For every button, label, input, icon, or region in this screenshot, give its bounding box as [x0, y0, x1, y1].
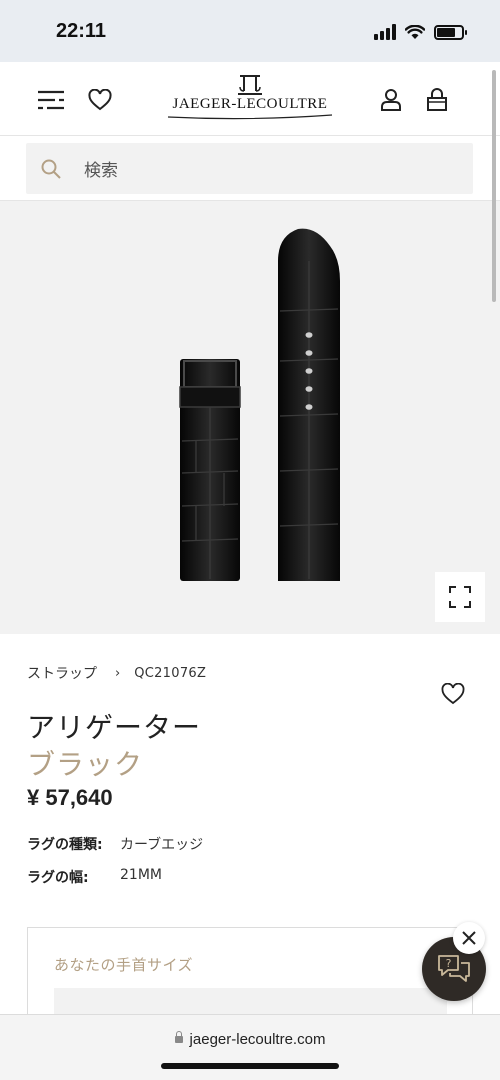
- lock-icon: [174, 1030, 183, 1043]
- logo-emblem-icon: [238, 75, 262, 95]
- spec-value: 21MM: [120, 867, 162, 883]
- spec-row-lug-width: ラグの幅: 21MM: [27, 867, 162, 887]
- status-time: 22:11: [56, 20, 107, 42]
- wrist-size-title: あなたの手首サイズ: [54, 956, 194, 974]
- heart-icon[interactable]: [86, 86, 114, 114]
- breadcrumb-category[interactable]: ストラップ: [27, 663, 97, 683]
- scrollbar[interactable]: [492, 70, 496, 302]
- wifi-icon: [405, 24, 425, 39]
- add-to-wishlist-button[interactable]: [441, 682, 465, 707]
- brand-logo[interactable]: JAEGER-LECOULTRE: [166, 74, 334, 124]
- svg-text:?: ?: [446, 957, 452, 970]
- spec-label: ラグの種類:: [27, 837, 103, 853]
- product-title: アリゲーター: [27, 711, 202, 744]
- status-icons: [374, 24, 467, 40]
- search-icon: [41, 159, 61, 179]
- menu-icon[interactable]: [37, 86, 65, 114]
- url-display[interactable]: jaeger-lecoultre.com: [0, 1030, 500, 1048]
- browser-address-bar[interactable]: jaeger-lecoultre.com: [0, 1014, 500, 1080]
- status-bar: 22:11: [0, 0, 500, 62]
- product-image[interactable]: [0, 201, 500, 634]
- spec-value: カーブエッジ: [120, 837, 204, 853]
- heart-icon: [441, 682, 465, 705]
- cellular-signal-icon: [374, 24, 396, 40]
- battery-icon: [434, 24, 467, 40]
- search-input[interactable]: 検索: [26, 143, 473, 194]
- spec-label: ラグの幅:: [27, 870, 89, 886]
- fullscreen-button[interactable]: [435, 572, 485, 622]
- chat-icon: ?: [438, 955, 470, 982]
- close-chat-button[interactable]: [453, 922, 485, 954]
- strap-image: [179, 228, 340, 581]
- logo-underline: [167, 114, 333, 120]
- site-header: JAEGER-LECOULTRE: [0, 62, 500, 136]
- search-placeholder: 検索: [84, 161, 118, 181]
- product-price: ¥ 57,640: [27, 785, 113, 810]
- expand-icon: [449, 586, 471, 608]
- breadcrumb: ストラップ › QC21076Z: [27, 663, 206, 683]
- spec-row-lug-type: ラグの種類: カーブエッジ: [27, 834, 203, 854]
- breadcrumb-product-code: QC21076Z: [134, 665, 207, 681]
- home-indicator[interactable]: [161, 1063, 339, 1069]
- chevron-right-icon: ›: [115, 665, 121, 681]
- product-color: ブラック: [27, 748, 144, 781]
- close-icon: [462, 931, 476, 945]
- logo-text: JAEGER-LECOULTRE: [172, 96, 328, 112]
- bag-icon[interactable]: [423, 86, 451, 114]
- url-text: jaeger-lecoultre.com: [189, 1031, 326, 1048]
- user-icon[interactable]: [377, 86, 405, 114]
